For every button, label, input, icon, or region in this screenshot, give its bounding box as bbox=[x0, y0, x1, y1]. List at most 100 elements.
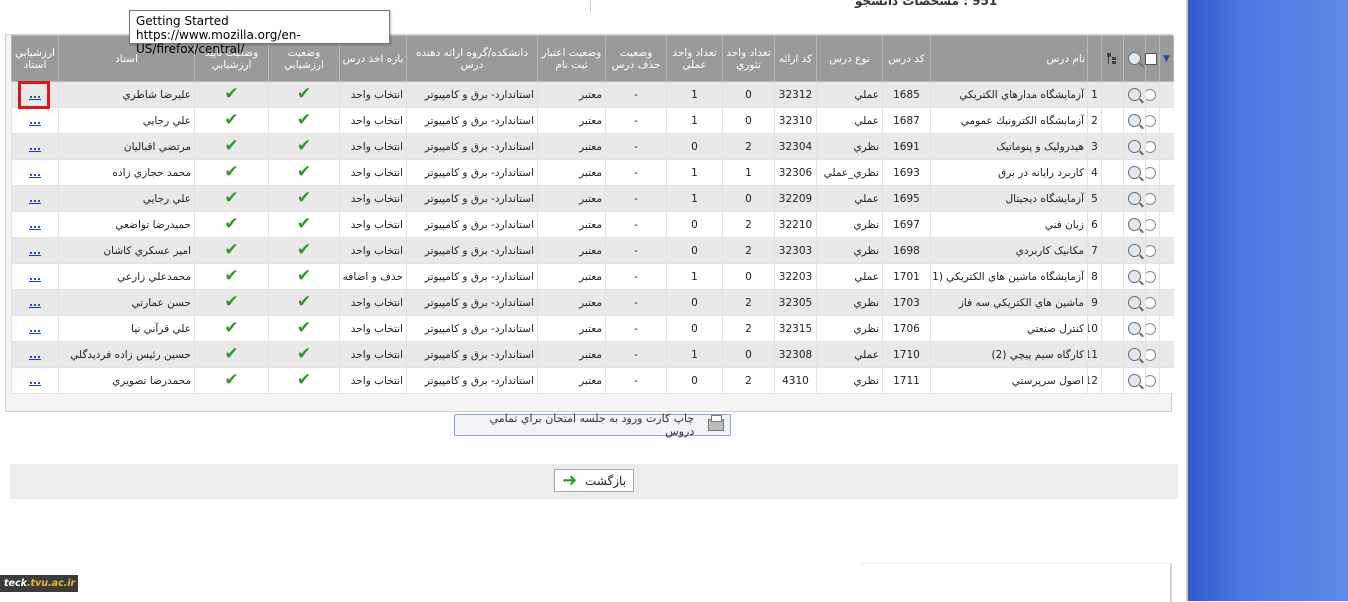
row-select-radio[interactable] bbox=[1146, 140, 1156, 153]
instructor-evaluation: ... bbox=[11, 107, 59, 134]
row-radio[interactable] bbox=[1145, 263, 1160, 290]
instructor-evaluation-link[interactable]: ... bbox=[29, 375, 41, 387]
sort-dropdown-header[interactable]: ▼ bbox=[1159, 35, 1174, 82]
magnifier-icon[interactable] bbox=[1128, 140, 1141, 153]
header-practical-units[interactable]: تعداد واحد عملي bbox=[666, 35, 723, 82]
row-radio[interactable] bbox=[1145, 289, 1160, 316]
table-row[interactable]: 9 ماشين هاي الكتريكي سه فاز 1703 نظري 32305 2… bbox=[11, 289, 1174, 316]
check-icon: ✔ bbox=[224, 84, 239, 104]
table-row[interactable]: 6 زبان فني 1697 نظري 32210 2 0- معتبر استاندارد-… bbox=[11, 211, 1174, 238]
table-row[interactable]: 1 آزمايشگاه مدارهاي الكتريكي 1685 عملي 32312… bbox=[11, 81, 1174, 108]
header-course-name[interactable]: نام درس bbox=[930, 35, 1088, 82]
row-select-radio[interactable] bbox=[1146, 88, 1156, 101]
row-select-radio[interactable] bbox=[1146, 374, 1156, 387]
row-view[interactable] bbox=[1123, 211, 1146, 238]
table-row[interactable]: 8آزمايشگاه ماشين هاي الكتريكي (1)1701عمل… bbox=[11, 263, 1174, 290]
instructor-evaluation-link[interactable]: ... bbox=[29, 141, 41, 153]
row-select-radio[interactable] bbox=[1146, 166, 1156, 179]
select-all-header[interactable] bbox=[1145, 35, 1160, 82]
header-theory-units[interactable]: تعداد واحد تئوري bbox=[722, 35, 775, 82]
instructor-evaluation-link[interactable]: ... bbox=[29, 115, 41, 127]
row-view[interactable] bbox=[1123, 315, 1146, 342]
back-button[interactable]: بازگشت ➜ bbox=[554, 469, 634, 492]
header-course-code[interactable]: كد درس bbox=[882, 35, 931, 82]
row-select-radio[interactable] bbox=[1146, 348, 1156, 361]
row-select-radio[interactable] bbox=[1146, 322, 1156, 335]
view-header[interactable] bbox=[1123, 35, 1146, 82]
header-removal-status[interactable]: وضعيت حذف درس bbox=[605, 35, 667, 82]
instructor-evaluation-link[interactable]: ... bbox=[29, 245, 41, 257]
table-row[interactable]: 4 كاربرد رايانه در برق 1693 نظري_عملي 32306 1… bbox=[11, 159, 1174, 186]
row-view[interactable] bbox=[1123, 133, 1146, 160]
row-select-radio[interactable] bbox=[1146, 244, 1156, 257]
row-view[interactable] bbox=[1123, 185, 1146, 212]
magnifier-icon[interactable] bbox=[1128, 374, 1141, 387]
table-row[interactable]: 3 هيدروليک و پنوماتيک 1691 نظري 32304 2 0- معتب… bbox=[11, 133, 1174, 160]
row-radio[interactable] bbox=[1145, 315, 1160, 342]
row-radio[interactable] bbox=[1145, 341, 1160, 368]
table-row[interactable]: 11كارگاه سيم پيچي (2)1710عملي3230801-معت… bbox=[11, 341, 1174, 368]
row-select-radio[interactable] bbox=[1146, 192, 1156, 205]
row-view[interactable] bbox=[1123, 107, 1146, 134]
header-registration-status[interactable]: وضعيت اعتبار ثبت نام bbox=[537, 35, 606, 82]
row-radio[interactable] bbox=[1145, 367, 1160, 394]
row-view[interactable] bbox=[1123, 263, 1146, 290]
instructor-evaluation-link[interactable]: ... bbox=[29, 167, 41, 179]
row-select-radio[interactable] bbox=[1146, 270, 1156, 283]
magnifier-icon[interactable] bbox=[1128, 296, 1141, 309]
magnifier-icon[interactable] bbox=[1128, 192, 1141, 205]
tree-icon[interactable] bbox=[1106, 52, 1119, 65]
table-row[interactable]: 5 آزمايشگاه ديجيتال 1695 عملي 32209 0 1- معتبر ا… bbox=[11, 185, 1174, 212]
row-radio[interactable] bbox=[1145, 185, 1160, 212]
row-view[interactable] bbox=[1123, 159, 1146, 186]
period: انتخاب واحد bbox=[339, 159, 407, 186]
magnifier-icon[interactable] bbox=[1128, 166, 1141, 179]
magnifier-icon[interactable] bbox=[1128, 218, 1141, 231]
row-dropdown-cell bbox=[1159, 289, 1174, 316]
row-tree bbox=[1101, 107, 1124, 134]
magnifier-icon[interactable] bbox=[1128, 114, 1141, 127]
row-dropdown-cell bbox=[1159, 367, 1174, 394]
row-radio[interactable] bbox=[1145, 211, 1160, 238]
magnifier-icon[interactable] bbox=[1128, 88, 1141, 101]
course-code: 1697 bbox=[882, 211, 931, 238]
table-row[interactable]: 7 مكانيک كاربردي 1698 نظري 32303 2 0- معتبر استا… bbox=[11, 237, 1174, 264]
row-view[interactable] bbox=[1123, 237, 1146, 264]
row-radio[interactable] bbox=[1145, 81, 1160, 108]
instructor-evaluation-link[interactable]: ... bbox=[29, 193, 41, 205]
instructor-evaluation-link[interactable]: ... bbox=[29, 323, 41, 335]
row-select-radio[interactable] bbox=[1146, 218, 1156, 231]
header-course-type[interactable]: نوع درس bbox=[816, 35, 883, 82]
instructor-evaluation-link[interactable]: ... bbox=[29, 349, 41, 361]
table-row[interactable]: 12اصول سرپرستي1711نظري431020-معتبراستاند… bbox=[11, 367, 1174, 394]
row-radio[interactable] bbox=[1145, 133, 1160, 160]
magnifier-icon[interactable] bbox=[1128, 52, 1141, 65]
course-name: آزمايشگاه الكترونيك عمومي bbox=[930, 107, 1088, 134]
row-view[interactable] bbox=[1123, 81, 1146, 108]
header-offer-code[interactable]: كد ارائه bbox=[774, 35, 817, 82]
practical-units: 1 bbox=[666, 81, 723, 108]
row-view[interactable] bbox=[1123, 367, 1146, 394]
magnifier-icon[interactable] bbox=[1128, 348, 1141, 361]
row-radio[interactable] bbox=[1145, 237, 1160, 264]
row-view[interactable] bbox=[1123, 341, 1146, 368]
table-row[interactable]: 2 آزمايشگاه الكترونيك عمومي 1687 عملي 32310 0… bbox=[11, 107, 1174, 134]
table-row[interactable]: 10كنترل صنعتي1706نظري3231520-معتبراستاند… bbox=[11, 315, 1174, 342]
row-select-radio[interactable] bbox=[1146, 114, 1156, 127]
instructor-evaluation-link[interactable]: ... bbox=[29, 219, 41, 231]
instructor-evaluation-link[interactable]: ... bbox=[29, 297, 41, 309]
row-select-radio[interactable] bbox=[1146, 296, 1156, 309]
header-instructor-evaluation[interactable]: ارزشيابي استاد bbox=[11, 35, 59, 82]
instructor-evaluation-link[interactable]: ... bbox=[29, 271, 41, 283]
magnifier-icon[interactable] bbox=[1128, 244, 1141, 257]
magnifier-icon[interactable] bbox=[1128, 270, 1141, 283]
row-radio[interactable] bbox=[1145, 107, 1160, 134]
chevron-down-icon[interactable]: ▼ bbox=[1163, 54, 1170, 64]
print-entry-card-button[interactable]: چاپ كارت ورود به جلسه امتحان براي تمامي … bbox=[454, 412, 731, 438]
magnifier-icon[interactable] bbox=[1128, 322, 1141, 335]
row-view[interactable] bbox=[1123, 289, 1146, 316]
select-all-checkbox[interactable] bbox=[1145, 52, 1157, 65]
tree-header[interactable] bbox=[1101, 35, 1124, 82]
row-radio[interactable] bbox=[1145, 159, 1160, 186]
header-faculty[interactable]: دانشكده/گروه ارائه دهنده درس bbox=[406, 35, 538, 82]
